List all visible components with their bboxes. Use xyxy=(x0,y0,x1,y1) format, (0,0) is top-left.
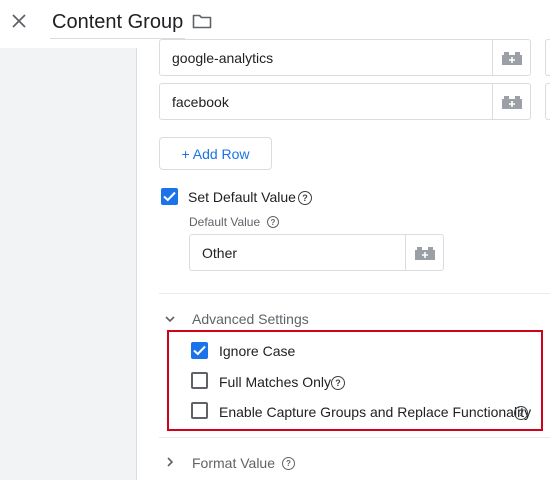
close-icon[interactable] xyxy=(12,14,26,28)
add-row-button[interactable]: + Add Row xyxy=(159,137,272,170)
table-row[interactable]: google-analytics xyxy=(159,39,531,76)
capture-groups-checkbox[interactable] xyxy=(191,402,208,419)
help-icon[interactable]: ? xyxy=(282,457,295,470)
variable-brick-icon[interactable] xyxy=(501,95,522,109)
capture-groups-label: Enable Capture Groups and Replace Functi… xyxy=(219,404,532,420)
full-matches-only-label: Full Matches Only xyxy=(219,374,332,390)
chevron-down-icon[interactable] xyxy=(165,315,175,323)
page-title[interactable]: Content Group xyxy=(52,8,183,36)
format-value-toggle[interactable] xyxy=(164,456,176,468)
default-value-field[interactable]: Other xyxy=(189,234,444,271)
section-divider xyxy=(159,293,550,294)
checkmark-icon xyxy=(193,345,206,356)
row-value-input[interactable]: facebook xyxy=(160,94,492,110)
row-value-input[interactable]: google-analytics xyxy=(160,50,492,66)
insert-variable-button[interactable] xyxy=(492,40,530,75)
help-icon[interactable]: ? xyxy=(331,376,345,390)
variable-brick-icon[interactable] xyxy=(501,51,522,65)
folder-icon[interactable] xyxy=(192,13,212,29)
default-value-label: Default Value xyxy=(189,215,261,229)
section-divider xyxy=(159,437,550,438)
set-default-value-label: Set Default Value xyxy=(188,189,296,205)
chevron-right-icon[interactable] xyxy=(166,457,174,467)
default-value-input[interactable]: Other xyxy=(190,245,405,261)
next-column-input[interactable] xyxy=(545,39,550,76)
format-value-title[interactable]: Format Value xyxy=(192,455,275,471)
insert-variable-button[interactable] xyxy=(405,235,443,270)
advanced-settings-title[interactable]: Advanced Settings xyxy=(192,311,309,327)
folder-button[interactable] xyxy=(191,11,213,31)
advanced-settings-toggle[interactable] xyxy=(164,313,176,325)
checkmark-icon xyxy=(163,191,176,202)
variable-brick-icon[interactable] xyxy=(414,246,435,260)
help-icon[interactable]: ? xyxy=(298,191,312,205)
help-icon[interactable]: ? xyxy=(514,406,528,420)
next-column-input[interactable] xyxy=(545,83,550,120)
full-matches-only-checkbox[interactable] xyxy=(191,372,208,389)
set-default-value-checkbox[interactable] xyxy=(161,188,178,205)
help-icon[interactable]: ? xyxy=(267,216,279,228)
insert-variable-button[interactable] xyxy=(492,84,530,119)
ignore-case-checkbox[interactable] xyxy=(191,342,208,359)
close-button[interactable] xyxy=(8,10,30,32)
table-row[interactable]: facebook xyxy=(159,83,531,120)
ignore-case-label: Ignore Case xyxy=(219,343,296,359)
